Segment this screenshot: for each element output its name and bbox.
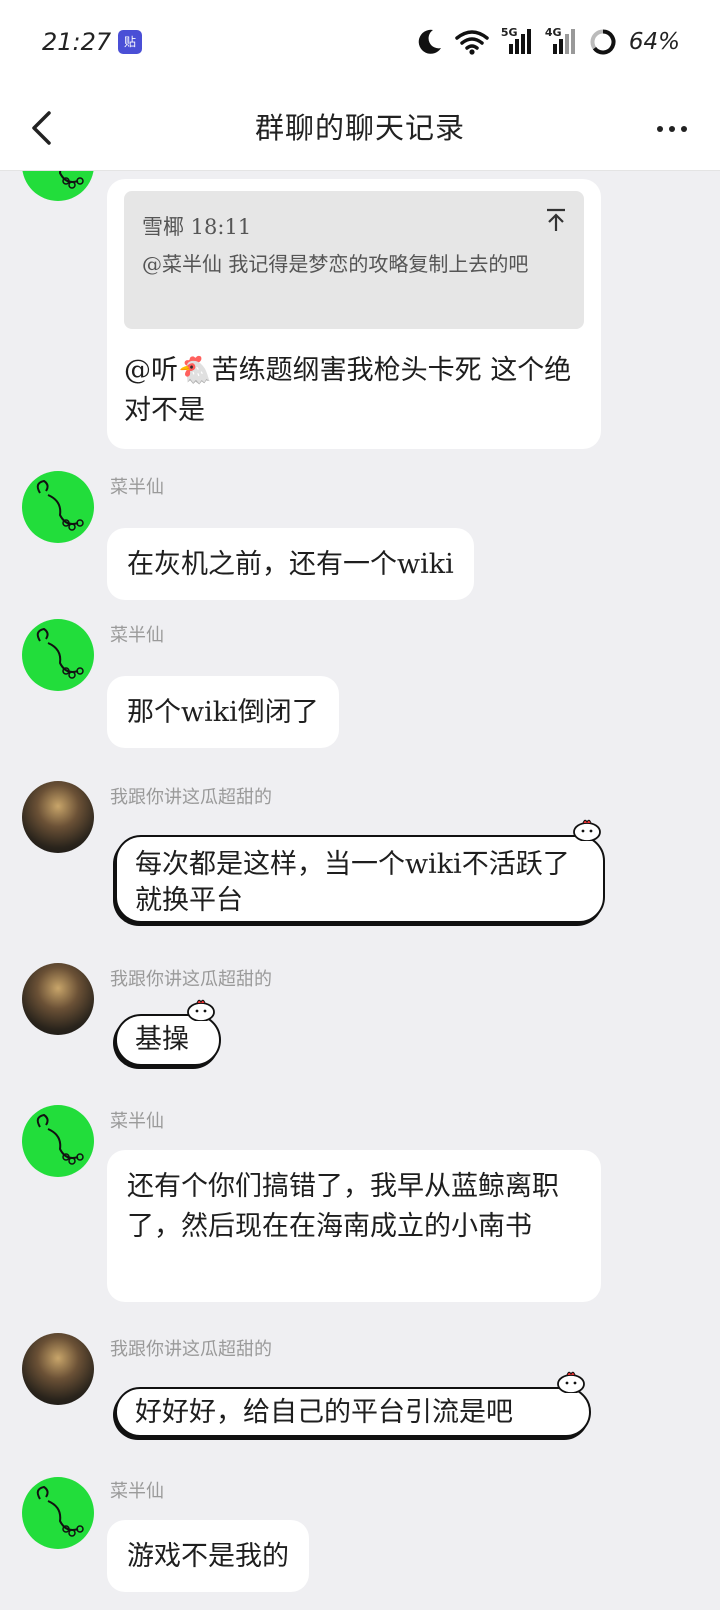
chick-icon bbox=[573, 819, 601, 841]
battery-percent: 64% bbox=[628, 29, 680, 55]
scorpion-avatar-icon bbox=[58, 171, 84, 189]
quote-text: @菜半仙 我记得是梦恋的攻略复制上去的吧 bbox=[142, 252, 529, 276]
avatar[interactable] bbox=[22, 171, 94, 201]
app-badge-icon: 贴 bbox=[118, 30, 142, 54]
page-title: 群聊的聊天记录 bbox=[254, 111, 465, 145]
battery-icon bbox=[590, 29, 616, 55]
quote-block[interactable]: 雪椰 18:11 @菜半仙 我记得是梦恋的攻略复制上去的吧 bbox=[124, 191, 584, 329]
chat-list[interactable]: 雪椰 18:11 @菜半仙 我记得是梦恋的攻略复制上去的吧 @听🐔苦练题纲害我枪… bbox=[0, 171, 720, 1610]
avatar[interactable] bbox=[22, 781, 94, 853]
scorpion-avatar-icon bbox=[36, 627, 84, 679]
status-bar: 21:27 贴 5G 4G 64% bbox=[0, 0, 720, 85]
sender-name: 菜半仙 bbox=[110, 625, 164, 646]
scroll-top-icon[interactable] bbox=[544, 207, 568, 233]
message-bubble[interactable]: 在灰机之前，还有一个wiki bbox=[107, 528, 474, 600]
status-time: 21:27 bbox=[42, 28, 112, 56]
message-bubble[interactable]: 还有个你们搞错了，我早从蓝鲸离职了，然后现在在海南成立的小南书 bbox=[107, 1150, 601, 1302]
sender-name: 我跟你讲这瓜超甜的 bbox=[110, 969, 272, 990]
sender-name: 菜半仙 bbox=[110, 477, 164, 498]
signal-5g: 5G bbox=[501, 26, 533, 56]
message-bubble[interactable]: 每次都是这样，当一个wiki不活跃了就换平台 bbox=[115, 835, 605, 923]
more-icon[interactable] bbox=[650, 107, 694, 151]
sender-name: 我跟你讲这瓜超甜的 bbox=[110, 1339, 272, 1360]
sender-name: 菜半仙 bbox=[110, 1481, 164, 1502]
sender-name: 菜半仙 bbox=[110, 1111, 164, 1132]
message-bubble[interactable]: 游戏不是我的 bbox=[107, 1520, 309, 1592]
signal-icon bbox=[552, 29, 575, 54]
avatar[interactable] bbox=[22, 619, 94, 691]
message-text: @听🐔苦练题纲害我枪头卡死 这个绝对不是 bbox=[124, 355, 572, 426]
signal-4g: 4G bbox=[545, 26, 577, 56]
avatar[interactable] bbox=[22, 1105, 94, 1177]
quote-author-time: 雪椰 18:11 bbox=[142, 215, 252, 239]
scorpion-avatar-icon bbox=[36, 479, 84, 531]
signal-icon bbox=[508, 29, 531, 54]
chick-icon bbox=[187, 999, 215, 1021]
sender-name: 我跟你讲这瓜超甜的 bbox=[110, 787, 272, 808]
moon-icon bbox=[418, 29, 441, 54]
scorpion-avatar-icon bbox=[36, 1113, 84, 1165]
avatar[interactable] bbox=[22, 1477, 94, 1549]
avatar[interactable] bbox=[22, 471, 94, 543]
message-bubble[interactable]: 那个wiki倒闭了 bbox=[107, 676, 339, 748]
scorpion-avatar-icon bbox=[36, 1485, 84, 1537]
message-bubble[interactable]: 雪椰 18:11 @菜半仙 我记得是梦恋的攻略复制上去的吧 @听🐔苦练题纲害我枪… bbox=[107, 179, 601, 449]
message-bubble[interactable]: 基操 bbox=[115, 1014, 221, 1066]
message-bubble[interactable]: 好好好，给自己的平台引流是吧 bbox=[115, 1387, 591, 1437]
avatar[interactable] bbox=[22, 963, 94, 1035]
status-icons: 5G 4G 64% bbox=[417, 26, 680, 58]
chick-icon bbox=[557, 1371, 585, 1393]
nav-bar: 群聊的聊天记录 bbox=[0, 85, 720, 171]
wifi-icon bbox=[455, 30, 489, 55]
avatar[interactable] bbox=[22, 1333, 94, 1405]
